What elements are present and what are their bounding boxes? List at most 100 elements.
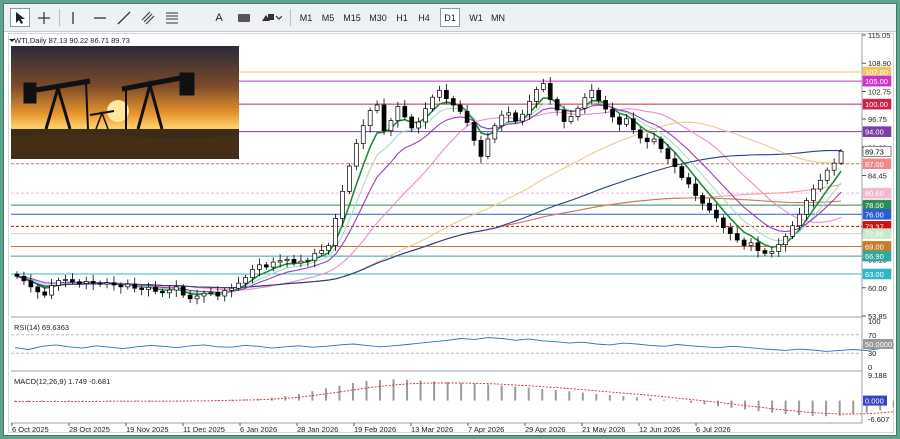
candle — [831, 162, 837, 171]
candle — [547, 83, 553, 100]
macd-histogram-bar — [433, 381, 436, 401]
candle — [291, 258, 297, 264]
price-marker-label: 80.60 — [865, 189, 884, 198]
candle — [513, 112, 518, 122]
ma-line-sma100 — [16, 183, 842, 289]
timeframe-h4[interactable]: H4 — [414, 8, 434, 27]
price-tick-label: 84.45 — [868, 172, 887, 181]
candle — [478, 140, 484, 157]
candle — [97, 282, 103, 285]
price-tick-label: 115.05 — [868, 33, 890, 40]
macd-histogram-bar — [771, 400, 774, 413]
candle — [83, 280, 89, 284]
candle — [499, 114, 505, 127]
macd-histogram-bar — [406, 379, 409, 401]
candle — [824, 169, 830, 181]
candle — [561, 109, 567, 122]
candle — [727, 227, 733, 234]
text-tool-icon[interactable]: A — [210, 8, 228, 27]
candle — [340, 190, 345, 219]
macd-tick-label: 9.188 — [868, 371, 887, 380]
timeframe-mn[interactable]: MN — [488, 8, 508, 27]
candle — [762, 250, 768, 254]
candle — [63, 279, 68, 281]
candle — [153, 286, 158, 292]
price-marker-label: 89.73 — [865, 147, 884, 156]
candle — [720, 217, 726, 228]
rsi-label: RSI(14) 69.6363 — [14, 323, 69, 332]
candle — [347, 165, 352, 192]
vertical-line-icon[interactable] — [64, 8, 82, 27]
candle — [520, 113, 525, 122]
channel-icon[interactable] — [138, 8, 158, 27]
rsi-tick-label: 30 — [868, 349, 876, 358]
candle — [464, 111, 470, 123]
timeframe-w1[interactable]: W1 — [466, 8, 486, 27]
shapes-menu-icon[interactable] — [258, 8, 284, 27]
candle — [374, 104, 380, 111]
candle — [651, 138, 657, 143]
candle — [250, 269, 255, 279]
macd-histogram-bar — [527, 387, 530, 401]
macd-histogram-bar — [892, 400, 895, 408]
macd-histogram-bar — [392, 379, 395, 401]
time-axis-label: 12 Jun 2026 — [639, 425, 680, 433]
cursor-icon[interactable] — [10, 8, 30, 27]
label-tool-icon[interactable] — [234, 8, 254, 27]
price-marker-label: 100.00 — [865, 100, 888, 109]
timeframe-m1[interactable]: M1 — [296, 8, 316, 27]
candle — [35, 286, 41, 293]
timeframe-m15[interactable]: M15 — [340, 8, 364, 27]
candle — [444, 89, 449, 99]
macd-histogram-bar — [825, 400, 828, 417]
macd-histogram-bar — [662, 399, 665, 401]
candle — [527, 100, 532, 115]
price-marker-label: 66.90 — [865, 252, 884, 261]
fibonacci-icon[interactable] — [162, 8, 182, 27]
candle — [817, 179, 823, 190]
candle — [734, 233, 740, 241]
candle — [146, 286, 151, 290]
candle — [263, 264, 269, 268]
chart-area[interactable]: WTI,Daily 87.13 90.22 86.71 89.73 115.05… — [7, 31, 896, 434]
candle — [277, 260, 283, 263]
candle — [21, 275, 27, 282]
candle — [582, 97, 588, 109]
candle — [104, 282, 110, 285]
macd-histogram-bar — [568, 391, 571, 401]
candle — [450, 98, 456, 106]
crosshair-icon[interactable] — [34, 8, 54, 27]
price-marker-label: 87.00 — [865, 160, 884, 169]
candle — [409, 116, 415, 129]
candle — [201, 292, 207, 297]
timeframe-m30[interactable]: M30 — [366, 8, 390, 27]
macd-histogram-bar — [852, 400, 855, 415]
candle — [471, 122, 477, 141]
candle — [395, 106, 401, 121]
oil-pump-photo — [11, 46, 239, 159]
toolbar: A M1 M5 M15 M30 H1 H4 D1 W1 MN — [4, 4, 896, 32]
candle — [319, 250, 325, 254]
macd-marker-label: 0.000 — [865, 397, 884, 406]
macd-histogram-bar — [379, 379, 382, 401]
price-tick-label: 60.00 — [868, 284, 887, 293]
candle — [769, 251, 775, 254]
candle — [208, 292, 214, 294]
candle — [284, 258, 290, 262]
terminal-window: A M1 M5 M15 M30 H1 H4 D1 W1 MN WTI,Daily… — [3, 3, 897, 436]
candle — [630, 118, 636, 131]
trendline-icon[interactable] — [114, 8, 134, 27]
chart-canvas[interactable]: WTI,Daily 87.13 90.22 86.71 89.73 115.05… — [7, 31, 896, 434]
timeframe-h1[interactable]: H1 — [392, 8, 412, 27]
candle — [804, 200, 809, 215]
candle — [707, 202, 712, 211]
candle — [603, 100, 608, 110]
macd-tick-label: -6.607 — [868, 415, 889, 424]
horizontal-line-icon[interactable] — [90, 8, 110, 27]
timeframe-d1[interactable]: D1 — [440, 8, 460, 27]
time-axis-label: 29 Apr 2026 — [525, 425, 565, 433]
macd-histogram-bar — [757, 400, 760, 412]
candle — [658, 138, 664, 149]
timeframe-m5[interactable]: M5 — [318, 8, 338, 27]
candle — [485, 138, 491, 157]
